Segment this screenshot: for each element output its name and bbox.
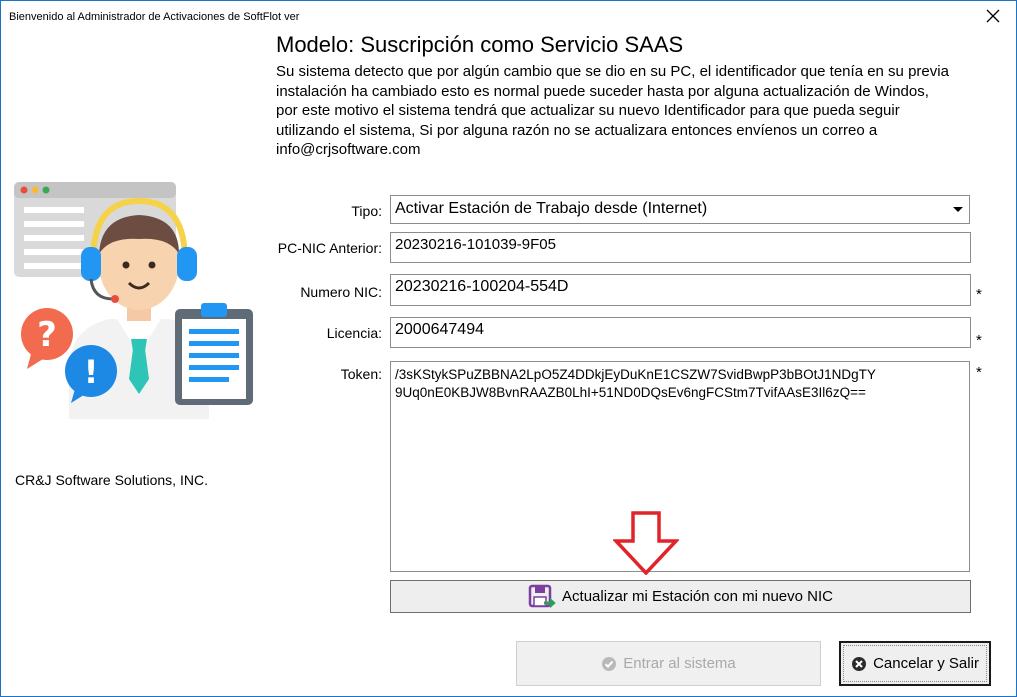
- support-agent-illustration: ? !: [14, 182, 253, 419]
- cancel-exit-button[interactable]: Cancelar y Salir: [839, 641, 991, 686]
- description-line: utilizando el sistema, Si por alguna raz…: [276, 121, 878, 139]
- description: Su sistema detecto que por algún cambio …: [276, 62, 996, 160]
- token-label: Token:: [340, 366, 382, 382]
- enter-button-label: Entrar al sistema: [623, 655, 736, 672]
- licencia-field[interactable]: 2000647494: [390, 317, 971, 348]
- close-icon: [986, 9, 1000, 23]
- pcnic-field[interactable]: 20230216-101039-9F05: [390, 232, 971, 263]
- tipo-label: Tipo:: [351, 203, 382, 219]
- check-circle-icon: [602, 656, 617, 671]
- svg-text:?: ?: [37, 315, 57, 355]
- save-arrow-icon: [528, 584, 556, 608]
- activation-window: Bienvenido al Administrador de Activacio…: [0, 0, 1017, 697]
- pcnic-label: PC-NIC Anterior:: [277, 240, 382, 256]
- description-line: Su sistema detecto que por algún cambio …: [276, 63, 949, 80]
- required-mark: *: [976, 332, 982, 349]
- licencia-label: Licencia:: [326, 325, 382, 341]
- token-line: /3sKStykSPuZBBNA2LpO5Z4DDkjEyDuKnE1CSZW7…: [395, 367, 876, 382]
- title-bar: Bienvenido al Administrador de Activacio…: [1, 1, 1016, 35]
- down-arrow-annotation-icon: [613, 511, 679, 575]
- token-textarea[interactable]: /3sKStykSPuZBBNA2LpO5Z4DDkjEyDuKnE1CSZW7…: [390, 361, 970, 572]
- tipo-selected-value: Activar Estación de Trabajo desde (Inter…: [395, 200, 708, 217]
- company-name: CR&J Software Solutions, INC.: [15, 472, 208, 488]
- description-line: info@crjsoftware.com: [276, 141, 421, 159]
- update-station-button[interactable]: Actualizar mi Estación con mi nuevo NIC: [390, 580, 971, 613]
- close-circle-icon: [852, 656, 867, 671]
- update-button-label: Actualizar mi Estación con mi nuevo NIC: [562, 588, 833, 605]
- svg-text:!: !: [84, 353, 99, 391]
- page-title: Modelo: Suscripción como Servicio SAAS: [276, 32, 684, 57]
- token-line: 9Uq0nE0KBJW8BvnRAAZB0LhI+51ND0DQsEv6ngFC…: [395, 385, 866, 400]
- exit-button-label: Cancelar y Salir: [873, 655, 979, 672]
- tipo-select[interactable]: Activar Estación de Trabajo desde (Inter…: [390, 195, 970, 224]
- chevron-down-icon: [953, 207, 963, 212]
- window-title: Bienvenido al Administrador de Activacio…: [9, 11, 300, 23]
- numeronic-label: Numero NIC:: [300, 284, 382, 300]
- close-window-button[interactable]: [980, 5, 1006, 27]
- numeronic-field[interactable]: 20230216-100204-554D: [390, 274, 971, 306]
- description-line: instalación ha cambiado esto es normal p…: [276, 82, 929, 100]
- description-line: por este motivo el sistema tendrá que ac…: [276, 102, 900, 120]
- required-mark: *: [976, 364, 982, 381]
- required-mark: *: [976, 286, 982, 303]
- enter-system-button[interactable]: Entrar al sistema: [516, 641, 821, 686]
